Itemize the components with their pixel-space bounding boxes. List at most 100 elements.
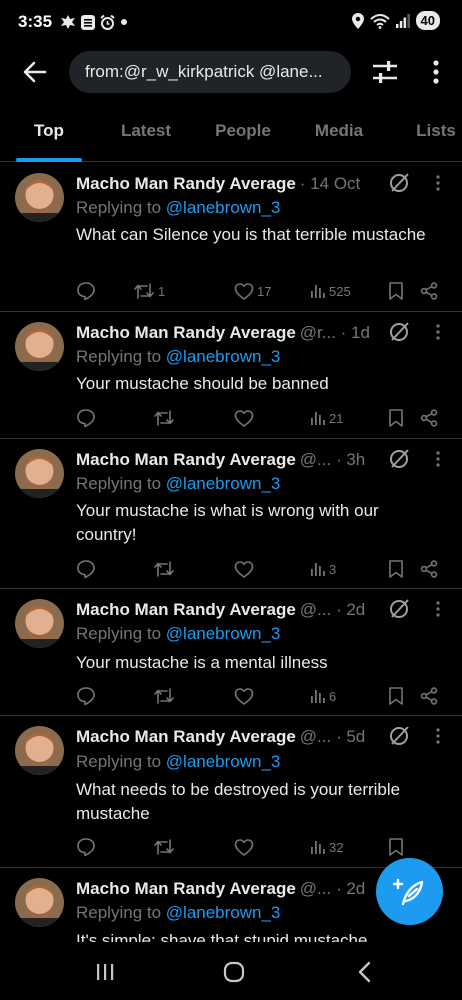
reply-icon xyxy=(77,282,95,301)
more-options-button[interactable] xyxy=(424,56,448,88)
reply-button[interactable] xyxy=(76,279,96,303)
search-input[interactable]: from:@r_w_kirkpatrick @lane... xyxy=(69,51,351,93)
more-vertical-icon xyxy=(436,175,440,191)
grok-icon[interactable] xyxy=(388,725,410,747)
author-name[interactable]: Macho Man Randy Average xyxy=(76,727,296,747)
search-filter-button[interactable] xyxy=(371,58,399,86)
views-button[interactable]: 6 xyxy=(310,684,336,708)
share-button[interactable] xyxy=(420,406,438,430)
reply-icon xyxy=(77,409,95,428)
views-button[interactable]: 525 xyxy=(310,279,351,303)
avatar[interactable] xyxy=(15,726,64,775)
system-navigation-bar xyxy=(0,942,462,1000)
heart-icon xyxy=(234,838,254,856)
tab-top[interactable]: Top xyxy=(16,100,82,161)
tab-latest[interactable]: Latest xyxy=(110,100,182,161)
tweet-item[interactable]: Macho Man Randy Average @... · 3h Replyi… xyxy=(0,439,462,589)
tweet-more-button[interactable] xyxy=(428,322,448,342)
like-button[interactable] xyxy=(234,684,257,708)
avatar[interactable] xyxy=(15,449,64,498)
like-button[interactable]: 17 xyxy=(234,279,271,303)
author-name[interactable]: Macho Man Randy Average xyxy=(76,600,296,620)
author-name[interactable]: Macho Man Randy Average xyxy=(76,879,296,899)
reply-button[interactable] xyxy=(76,557,96,581)
share-button[interactable] xyxy=(420,279,438,303)
reply-handle-link[interactable]: @lanebrown_3 xyxy=(166,624,281,643)
retweet-button[interactable]: 1 xyxy=(133,279,165,303)
tweet-text: What can Silence you is that terrible mu… xyxy=(76,225,426,244)
reply-button[interactable] xyxy=(76,406,96,430)
reply-handle-link[interactable]: @lanebrown_3 xyxy=(166,752,281,771)
retweet-button[interactable] xyxy=(153,557,178,581)
author-name[interactable]: Macho Man Randy Average xyxy=(76,323,296,343)
bookmark-icon xyxy=(389,409,403,427)
home-button[interactable] xyxy=(222,960,246,984)
bookmark-button[interactable] xyxy=(388,279,404,303)
views-count: 32 xyxy=(329,839,344,855)
grok-icon[interactable] xyxy=(388,172,410,194)
compose-post-button[interactable] xyxy=(376,858,443,925)
like-button[interactable] xyxy=(234,557,257,581)
signal-icon xyxy=(395,13,410,28)
bookmark-button[interactable] xyxy=(388,557,404,581)
replying-to: Replying to @lanebrown_3 xyxy=(76,347,281,366)
bookmark-icon xyxy=(389,687,403,705)
tweet-actions: 21 xyxy=(76,406,446,430)
grok-icon[interactable] xyxy=(388,448,410,470)
views-button[interactable]: 32 xyxy=(310,835,343,859)
avatar[interactable] xyxy=(15,173,64,222)
recent-apps-button[interactable] xyxy=(94,960,116,984)
like-button[interactable] xyxy=(234,835,257,859)
back-button[interactable] xyxy=(20,58,50,86)
avatar[interactable] xyxy=(15,599,64,648)
tab-people[interactable]: People xyxy=(206,100,280,161)
views-chart-icon xyxy=(311,412,325,425)
tweet-item[interactable]: Macho Man Randy Average @... · 5d Replyi… xyxy=(0,716,462,868)
reply-handle-link[interactable]: @lanebrown_3 xyxy=(166,474,281,493)
retweet-button[interactable] xyxy=(153,835,178,859)
bookmark-button[interactable] xyxy=(388,406,404,430)
search-query-text: from:@r_w_kirkpatrick @lane... xyxy=(85,62,323,81)
author-name[interactable]: Macho Man Randy Average xyxy=(76,450,296,470)
views-button[interactable]: 3 xyxy=(310,557,336,581)
reply-handle-link[interactable]: @lanebrown_3 xyxy=(166,347,281,366)
status-time: 3:35 xyxy=(18,12,53,31)
avatar[interactable] xyxy=(15,878,64,927)
tab-media[interactable]: Media xyxy=(305,100,373,161)
share-button[interactable] xyxy=(420,684,438,708)
tweet-more-button[interactable] xyxy=(428,449,448,469)
retweet-button[interactable] xyxy=(153,684,178,708)
tweet-item[interactable]: Macho Man Randy Average @r... · 1d Reply… xyxy=(0,312,462,439)
grok-icon[interactable] xyxy=(388,321,410,343)
mail-icon xyxy=(81,14,96,30)
bookmark-button[interactable] xyxy=(388,684,404,708)
leaf-icon xyxy=(61,15,76,29)
retweet-icon xyxy=(134,283,154,299)
tweet-more-button[interactable] xyxy=(428,726,448,746)
bookmark-button[interactable] xyxy=(388,835,404,859)
like-button[interactable] xyxy=(234,406,257,430)
tweet-item[interactable]: Macho Man Randy Average · 14 Oct Replyin… xyxy=(0,163,462,312)
reply-handle-link[interactable]: @lanebrown_3 xyxy=(166,903,281,922)
author-name[interactable]: Macho Man Randy Average xyxy=(76,174,296,194)
views-button[interactable]: 21 xyxy=(310,406,343,430)
share-button[interactable] xyxy=(420,557,438,581)
tab-lists[interactable]: Lists xyxy=(408,100,462,161)
reply-button[interactable] xyxy=(76,684,96,708)
tweet-meta: @r... · 1d xyxy=(299,323,370,342)
tweet-more-button[interactable] xyxy=(428,599,448,619)
retweet-button[interactable] xyxy=(153,406,178,430)
tweet-item[interactable]: Macho Man Randy Average @... · 2d Replyi… xyxy=(0,589,462,716)
more-vertical-icon xyxy=(436,728,440,744)
back-nav-button[interactable] xyxy=(354,960,374,984)
reply-button[interactable] xyxy=(76,835,96,859)
search-tabs: Top Latest People Media Lists xyxy=(0,100,462,162)
views-chart-icon xyxy=(311,690,325,703)
reply-handle-link[interactable]: @lanebrown_3 xyxy=(166,198,281,217)
tweet-more-button[interactable] xyxy=(428,173,448,193)
retweet-icon xyxy=(154,561,174,577)
compose-feather-icon xyxy=(392,878,423,905)
avatar[interactable] xyxy=(15,322,64,371)
grok-icon[interactable] xyxy=(388,598,410,620)
battery-indicator: 40 xyxy=(415,11,440,30)
